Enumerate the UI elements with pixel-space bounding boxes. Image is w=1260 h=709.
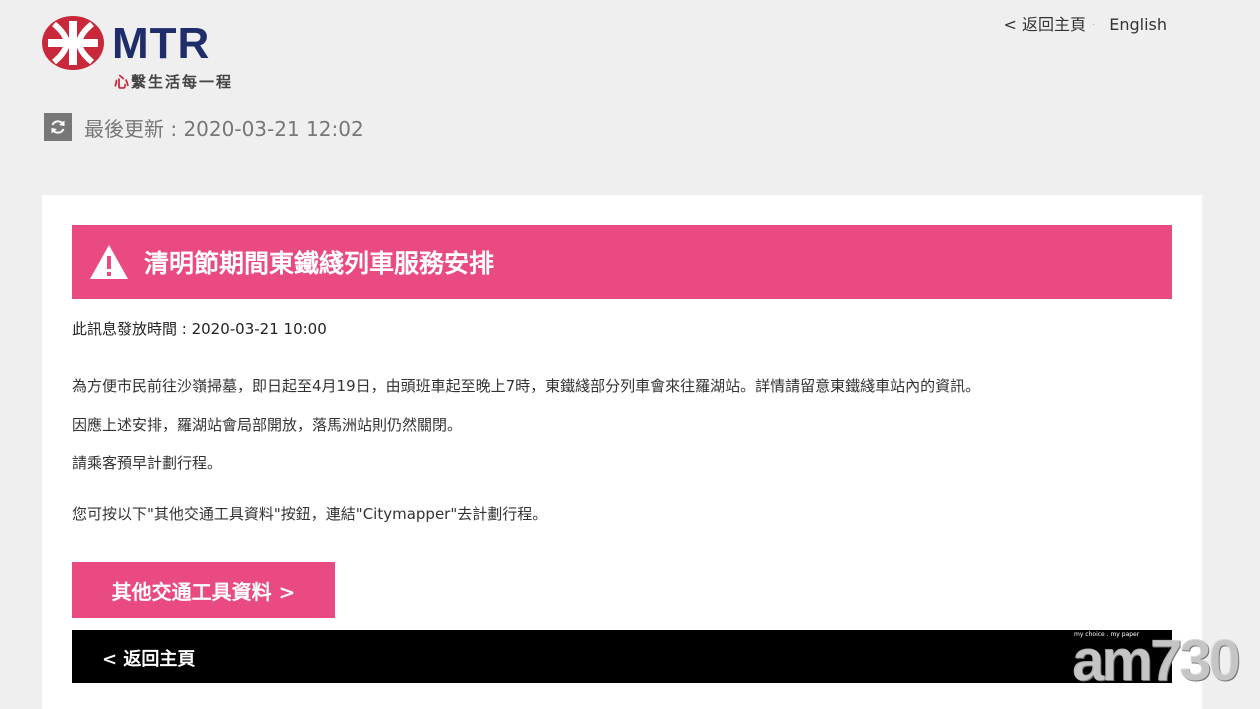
notice-banner: 清明節期間東鐵綫列車服務安排 — [72, 225, 1172, 299]
nav-separator: · — [1092, 20, 1096, 31]
notice-paragraph: 請乘客預早計劃行程。 — [72, 454, 223, 472]
notice-paragraph: 您可按以下"其他交通工具資料"按鈕，連結"Citymapper"去計劃行程。 — [72, 505, 548, 523]
notice-paragraph: 為方便市民前往沙嶺掃墓，即日起至4月19日，由頭班車起至晚上7時，東鐵綫部分列車… — [72, 377, 981, 395]
notice-title: 清明節期間東鐵綫列車服務安排 — [144, 249, 495, 278]
refresh-icon[interactable] — [44, 113, 72, 141]
top-nav: < 返回主頁 · English — [1004, 11, 1167, 35]
warning-icon — [90, 245, 128, 279]
brand-name: MTR — [112, 19, 211, 68]
notice-paragraph: 因應上述安排，羅湖站會局部開放，落馬洲站則仍然關閉。 — [72, 416, 463, 434]
last-update: 最後更新 : 2020-03-21 12:02 — [44, 113, 364, 141]
other-transport-button[interactable]: 其他交通工具資料 > — [72, 562, 335, 618]
last-update-text: 最後更新 : 2020-03-21 12:02 — [84, 116, 364, 141]
am730-watermark: am730 my choice . my paper — [1072, 626, 1242, 696]
mtr-logo-icon — [42, 16, 104, 70]
notice-card: 清明節期間東鐵綫列車服務安排 此訊息發放時間 : 2020-03-21 10:0… — [42, 195, 1202, 709]
language-toggle-link[interactable]: English — [1109, 15, 1167, 34]
issued-time: 此訊息發放時間 : 2020-03-21 10:00 — [72, 320, 327, 338]
mtr-logo[interactable]: MTR 心繫生活每一程 — [42, 16, 252, 94]
back-home-link[interactable]: < 返回主頁 — [102, 645, 195, 671]
nav-home-link[interactable]: < 返回主頁 — [1004, 15, 1087, 34]
brand-tagline: 心繫生活每一程 — [114, 73, 234, 91]
watermark-slogan: my choice . my paper — [1074, 631, 1140, 638]
back-bar: < 返回主頁 — [72, 630, 1172, 683]
